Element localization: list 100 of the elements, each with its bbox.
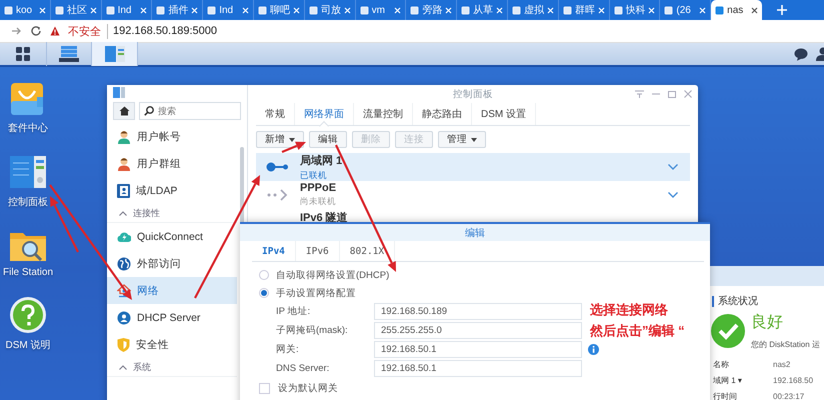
input-field[interactable]: 192.168.50.1 bbox=[374, 341, 582, 358]
search-icon bbox=[144, 106, 154, 116]
caret-icon[interactable] bbox=[119, 210, 127, 216]
sidebar-item[interactable]: 安全性 bbox=[107, 331, 237, 358]
page-icon bbox=[258, 6, 267, 14]
page-icon bbox=[562, 6, 572, 14]
sidebar-item[interactable]: 域/LDAP bbox=[107, 177, 237, 204]
house-network-icon bbox=[117, 284, 131, 298]
page-icon bbox=[360, 6, 369, 14]
shield-icon bbox=[117, 338, 130, 352]
control-panel-icon[interactable] bbox=[9, 153, 47, 191]
page-icon bbox=[156, 6, 166, 14]
window-title: 控制面板 bbox=[453, 88, 493, 100]
sidebar-item[interactable]: 网络 bbox=[107, 277, 237, 304]
page-icon bbox=[461, 6, 470, 14]
tab[interactable]: 静态路由 bbox=[413, 103, 472, 125]
sidebar-item[interactable]: 外部访问 bbox=[107, 250, 237, 277]
tab[interactable]: 802.1X bbox=[340, 241, 396, 261]
health-status: 良好 bbox=[751, 312, 784, 333]
info-label: 行时间 bbox=[713, 390, 738, 400]
interface-row[interactable]: PPPoE 尚未联机 bbox=[256, 181, 690, 209]
toolbar-button[interactable]: 编辑 bbox=[309, 131, 347, 148]
checkbox[interactable] bbox=[259, 382, 270, 394]
chevron-icon[interactable] bbox=[668, 192, 678, 198]
interface-row[interactable]: IPv6 隧道 bbox=[256, 209, 690, 224]
radio-label: 手动设置网络配置 bbox=[276, 286, 356, 300]
sidebar-item[interactable]: 用户群组 bbox=[107, 150, 237, 177]
info-icon[interactable] bbox=[588, 344, 599, 355]
main-menu-icon[interactable] bbox=[16, 47, 30, 61]
connection-status: 尚未联机 bbox=[300, 196, 337, 208]
directory-book-icon bbox=[117, 184, 130, 198]
home-icon bbox=[118, 106, 130, 116]
search-field[interactable]: 搜索 bbox=[139, 102, 241, 120]
page-icon bbox=[4, 6, 13, 14]
forward-icon[interactable] bbox=[10, 25, 22, 37]
reload-icon[interactable] bbox=[30, 25, 42, 37]
page-icon bbox=[614, 6, 623, 14]
tab[interactable]: 流量控制 bbox=[354, 103, 413, 125]
browser-tab[interactable]: nas bbox=[711, 0, 762, 20]
info-value: 192.168.50 bbox=[773, 376, 814, 384]
warning-icon bbox=[50, 26, 60, 36]
connection-status: 已联机 bbox=[300, 170, 328, 182]
radio-label: 自动取得网络设置(DHCP) bbox=[276, 268, 390, 282]
tab[interactable]: IPv4 bbox=[252, 241, 296, 261]
page-icon bbox=[715, 6, 724, 14]
sidebar-item[interactable]: 用户帐号 bbox=[107, 123, 237, 150]
interface-name: 局域网 1 bbox=[300, 154, 344, 168]
tab[interactable]: DSM 设置 bbox=[472, 103, 536, 125]
icon-label[interactable]: File Station bbox=[2, 267, 54, 278]
status-message: 您的 DiskStation 运 bbox=[751, 339, 821, 350]
interface-row[interactable]: 局域网 1 已联机 bbox=[256, 153, 690, 181]
person-icon bbox=[117, 156, 131, 170]
icon-label[interactable]: 控制面板 bbox=[8, 195, 48, 209]
annotation-arrow bbox=[282, 142, 306, 154]
page-icon bbox=[207, 6, 216, 14]
person-icon bbox=[117, 130, 131, 144]
toolbar-button[interactable]: 管理 bbox=[438, 131, 486, 148]
input-field[interactable]: 255.255.255.0 bbox=[374, 322, 582, 339]
info-label: 名称 bbox=[713, 358, 730, 370]
cloud-icon bbox=[117, 230, 131, 243]
control-panel-app-icon[interactable] bbox=[104, 45, 124, 63]
sidebar-item[interactable]: QuickConnect bbox=[107, 223, 237, 250]
info-value: 00:23:17 bbox=[773, 392, 806, 400]
sidebar-item[interactable]: DHCP Server bbox=[107, 304, 237, 331]
icon-label[interactable]: 套件中心 bbox=[8, 121, 48, 135]
field-label: 网关: bbox=[276, 343, 300, 356]
tab[interactable]: 常规 bbox=[256, 103, 295, 125]
toolbar-button[interactable]: 新增 bbox=[256, 131, 304, 148]
field-label: DNS Server: bbox=[276, 363, 330, 374]
radio-button[interactable] bbox=[259, 288, 269, 298]
section-label: 连接性 bbox=[133, 206, 160, 220]
chat-icon[interactable] bbox=[794, 48, 808, 60]
page-icon bbox=[512, 6, 521, 14]
url-text[interactable]: 192.168.50.189:5000 bbox=[113, 25, 217, 37]
home-button[interactable] bbox=[113, 102, 135, 120]
radio-button[interactable] bbox=[259, 270, 269, 280]
tab[interactable]: IPv6 bbox=[296, 241, 340, 261]
page-icon bbox=[308, 6, 318, 14]
info-value: nas2 bbox=[773, 360, 792, 368]
globe-icon bbox=[117, 256, 131, 270]
section-label: 系统 bbox=[133, 360, 151, 374]
new-tab-icon[interactable] bbox=[776, 5, 787, 15]
input-field[interactable]: 192.168.50.189 bbox=[374, 303, 582, 320]
field-label: 子网掩码(mask): bbox=[276, 324, 349, 337]
page-icon bbox=[54, 6, 64, 14]
widget-title: 系统状况 bbox=[718, 294, 758, 308]
caret-icon[interactable] bbox=[119, 364, 127, 370]
checkbox-label: 设为默认网关 bbox=[278, 382, 338, 394]
user-icon[interactable] bbox=[816, 47, 824, 61]
field-label: IP 地址: bbox=[276, 305, 312, 318]
icon-label[interactable]: DSM 说明 bbox=[6, 338, 50, 352]
annotation-text: 选择连接网络 bbox=[590, 301, 669, 319]
window-logo-icon bbox=[113, 87, 125, 98]
chevron-icon[interactable] bbox=[668, 164, 678, 170]
annotation-text: 然后点击”编辑 “ bbox=[590, 322, 685, 340]
interface-name: PPPoE bbox=[300, 182, 338, 194]
input-field[interactable]: 192.168.50.1 bbox=[374, 360, 582, 377]
security-label: 不安全 bbox=[68, 24, 108, 38]
close-icon[interactable] bbox=[750, 6, 758, 14]
help-icon[interactable] bbox=[9, 296, 47, 334]
